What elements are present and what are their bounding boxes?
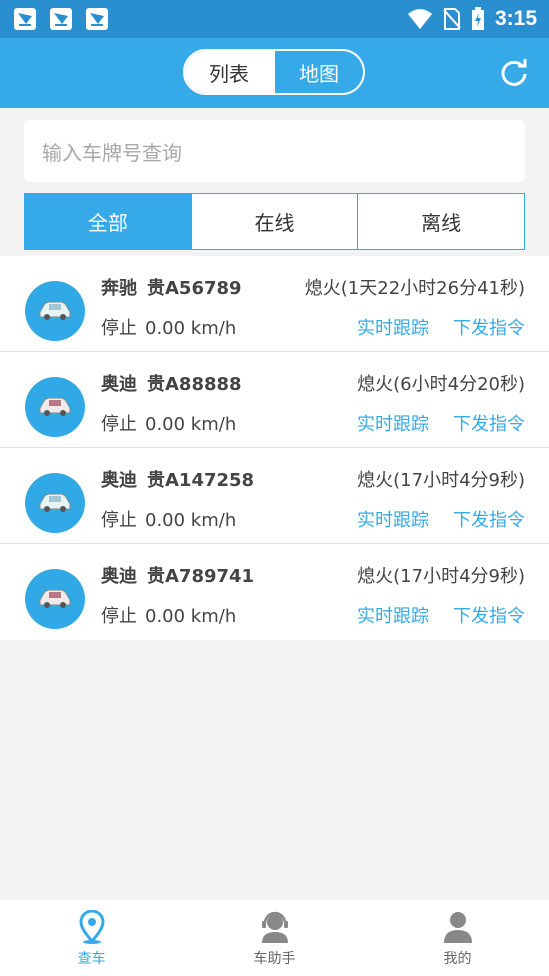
status-filter-tabs: 全部 在线 离线 — [24, 193, 525, 250]
user-icon — [443, 912, 472, 943]
car-icon — [25, 281, 85, 341]
speed-status: 停止 — [101, 414, 137, 435]
refresh-icon[interactable] — [499, 58, 529, 88]
vehicle-actions: 实时跟踪 下发指令 — [357, 506, 525, 532]
engine-state: 熄火(6小时4分20秒) — [357, 374, 525, 395]
speed-value: 0.00 km/h — [145, 414, 237, 435]
vehicle-row[interactable]: 奥迪 贵A147258 熄火(17小时4分9秒) 停止 0.00 km/h 实时跟踪… — [0, 448, 549, 544]
tab-list-view[interactable]: 列表 — [185, 51, 273, 93]
vehicle-plate: 贵A88888 — [147, 374, 242, 395]
vehicle-actions: 实时跟踪 下发指令 — [357, 602, 525, 628]
nav-label: 我的 — [443, 951, 472, 967]
speed-status: 停止 — [101, 510, 137, 531]
vehicle-brand: 奥迪 — [101, 470, 137, 491]
speed-info: 停止 0.00 km/h — [101, 602, 236, 628]
vehicle-name: 奥迪 贵A147258 — [101, 466, 254, 492]
nav-find-car[interactable]: 查车 — [0, 900, 183, 976]
filter-offline[interactable]: 离线 — [357, 194, 524, 249]
vehicle-plate: 贵A56789 — [147, 278, 242, 299]
tab-map-view[interactable]: 地图 — [273, 51, 363, 93]
vehicle-list: 奔驰 贵A56789 熄火(1天22小时26分41秒) 停止 0.00 km/h 实… — [0, 256, 549, 640]
vehicle-actions: 实时跟踪 下发指令 — [357, 410, 525, 436]
location-pin-icon — [78, 910, 105, 944]
send-command-link[interactable]: 下发指令 — [453, 410, 525, 436]
vehicle-row[interactable]: 奥迪 贵A789741 熄火(17小时4分9秒) 停止 0.00 km/h 实时跟踪… — [0, 544, 549, 640]
engine-state: 熄火(17小时4分9秒) — [357, 566, 525, 587]
nav-label: 车助手 — [253, 951, 296, 967]
vehicle-row[interactable]: 奔驰 贵A56789 熄火(1天22小时26分41秒) 停止 0.00 km/h 实… — [0, 256, 549, 352]
nav-car-assistant[interactable]: 车助手 — [183, 900, 366, 976]
app-notification-icon — [86, 8, 108, 30]
nav-label: 查车 — [77, 951, 106, 967]
realtime-track-link[interactable]: 实时跟踪 — [357, 506, 429, 532]
vehicle-name: 奔驰 贵A56789 — [101, 274, 242, 300]
filter-online[interactable]: 在线 — [190, 194, 358, 249]
speed-info: 停止 0.00 km/h — [101, 410, 236, 436]
notification-icons — [14, 8, 108, 30]
car-icon — [25, 377, 85, 437]
realtime-track-link[interactable]: 实时跟踪 — [357, 410, 429, 436]
send-command-link[interactable]: 下发指令 — [453, 602, 525, 628]
vehicle-plate: 贵A789741 — [147, 566, 255, 587]
battery-charging-icon — [471, 7, 484, 30]
vehicle-name: 奥迪 贵A88888 — [101, 370, 242, 396]
engine-state: 熄火(1天22小时26分41秒) — [304, 278, 525, 299]
filter-all[interactable]: 全部 — [25, 194, 191, 249]
vehicle-brand: 奔驰 — [101, 278, 137, 299]
engine-state: 熄火(17小时4分9秒) — [357, 470, 525, 491]
speed-value: 0.00 km/h — [145, 318, 237, 339]
speed-status: 停止 — [101, 606, 137, 627]
car-icon — [25, 473, 85, 533]
vehicle-brand: 奥迪 — [101, 374, 137, 395]
car-icon — [25, 569, 85, 629]
no-sim-icon — [443, 8, 461, 30]
speed-status: 停止 — [101, 318, 137, 339]
vehicle-row[interactable]: 奥迪 贵A88888 熄火(6小时4分20秒) 停止 0.00 km/h 实时跟踪 … — [0, 352, 549, 448]
vehicle-brand: 奥迪 — [101, 566, 137, 587]
speed-value: 0.00 km/h — [145, 510, 237, 531]
bottom-navigation: 查车 车助手 我的 — [0, 900, 549, 976]
realtime-track-link[interactable]: 实时跟踪 — [357, 314, 429, 340]
realtime-track-link[interactable]: 实时跟踪 — [357, 602, 429, 628]
speed-value: 0.00 km/h — [145, 606, 237, 627]
plate-search-input[interactable]: 输入车牌号查询 — [24, 120, 525, 182]
app-header: 列表 地图 — [0, 38, 549, 108]
speed-info: 停止 0.00 km/h — [101, 314, 236, 340]
vehicle-plate: 贵A147258 — [147, 470, 255, 491]
status-bar: 3:15 — [0, 0, 549, 38]
view-toggle: 列表 地图 — [183, 49, 365, 95]
headset-agent-icon — [261, 911, 288, 943]
wifi-icon — [407, 9, 432, 29]
nav-profile[interactable]: 我的 — [366, 900, 549, 976]
app-notification-icon — [50, 8, 72, 30]
vehicle-actions: 实时跟踪 下发指令 — [357, 314, 525, 340]
search-placeholder: 输入车牌号查询 — [42, 140, 182, 165]
clock: 3:15 — [494, 7, 537, 30]
send-command-link[interactable]: 下发指令 — [453, 314, 525, 340]
app-notification-icon — [14, 8, 36, 30]
system-icons: 3:15 — [407, 7, 537, 31]
send-command-link[interactable]: 下发指令 — [453, 506, 525, 532]
vehicle-name: 奥迪 贵A789741 — [101, 562, 254, 588]
speed-info: 停止 0.00 km/h — [101, 506, 236, 532]
